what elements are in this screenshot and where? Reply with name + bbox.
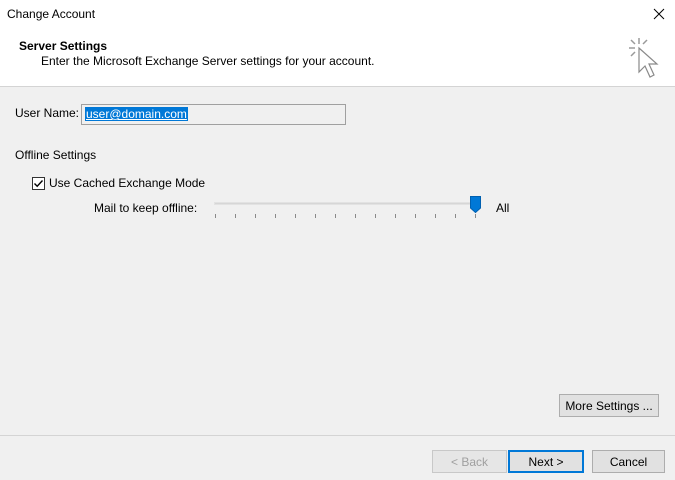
mail-offline-label: Mail to keep offline: <box>94 201 198 215</box>
slider-value-label: All <box>496 201 510 215</box>
slider-tick <box>375 214 376 218</box>
next-button[interactable]: Next > <box>508 450 584 473</box>
offline-settings-label: Offline Settings <box>15 148 97 162</box>
slider-tick <box>355 214 356 218</box>
header-title: Server Settings <box>19 39 108 53</box>
more-settings-button[interactable]: More Settings ... <box>559 394 659 417</box>
user-name-label: User Name: <box>15 106 80 120</box>
slider-tick <box>215 214 216 218</box>
close-icon <box>653 8 665 20</box>
window-title: Change Account <box>7 7 96 21</box>
slider-tick <box>455 214 456 218</box>
footer-divider <box>0 435 675 436</box>
cached-mode-label: Use Cached Exchange Mode <box>49 176 206 190</box>
slider-track <box>214 202 480 205</box>
user-name-value: user@domain.com <box>85 107 188 121</box>
header-subtitle: Enter the Microsoft Exchange Server sett… <box>41 54 375 68</box>
user-name-input[interactable]: user@domain.com <box>81 104 346 125</box>
cursor-click-icon <box>629 38 659 78</box>
slider-tick <box>235 214 236 218</box>
slider-tick <box>275 214 276 218</box>
cached-mode-checkbox-row[interactable]: Use Cached Exchange Mode <box>32 176 205 190</box>
checkmark-icon <box>34 179 44 187</box>
slider-tick <box>295 214 296 218</box>
title-bar: Change Account <box>0 0 675 28</box>
back-button[interactable]: < Back <box>432 450 507 473</box>
slider-tick <box>475 214 476 218</box>
close-button[interactable] <box>643 0 675 28</box>
slider-tick <box>335 214 336 218</box>
slider-thumb[interactable] <box>470 196 481 213</box>
slider-tick <box>395 214 396 218</box>
slider-tick <box>255 214 256 218</box>
slider-tick <box>435 214 436 218</box>
header-panel: Server Settings Enter the Microsoft Exch… <box>0 28 675 87</box>
cancel-button[interactable]: Cancel <box>592 450 665 473</box>
slider-tick <box>315 214 316 218</box>
slider-tick <box>415 214 416 218</box>
mail-offline-slider[interactable] <box>212 196 486 222</box>
cached-mode-checkbox[interactable] <box>32 176 45 190</box>
